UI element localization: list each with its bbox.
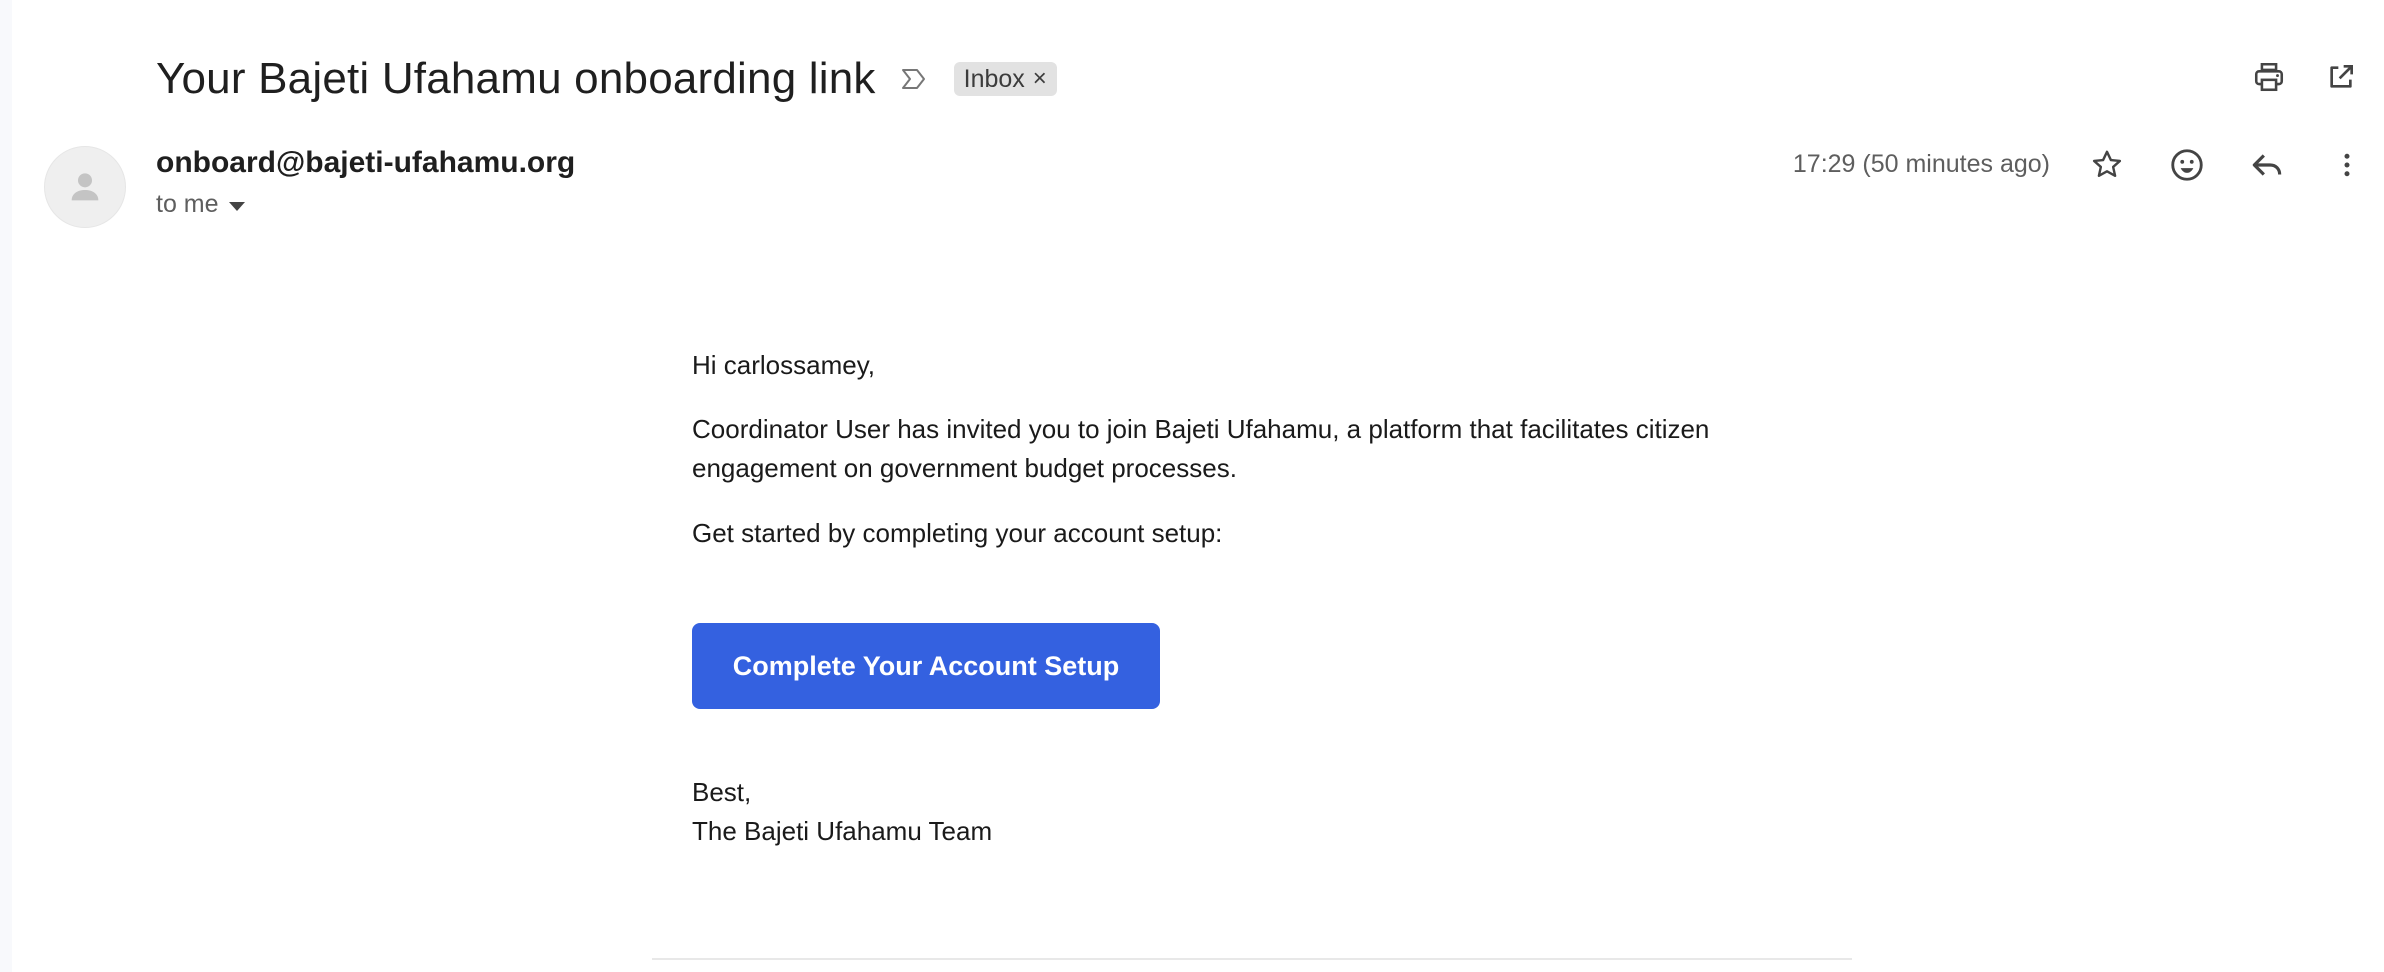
importance-marker-icon[interactable]: [898, 63, 930, 95]
sender-avatar[interactable]: [44, 146, 126, 228]
subject-row: Your Bajeti Ufahamu onboarding link Inbo…: [156, 48, 1057, 110]
star-icon[interactable]: [2084, 142, 2130, 188]
left-rail: [0, 0, 12, 972]
email-view: Your Bajeti Ufahamu onboarding link Inbo…: [0, 0, 2384, 972]
setup-instruction: Get started by completing your account s…: [692, 518, 1223, 548]
inbox-label-chip[interactable]: Inbox ×: [953, 62, 1057, 96]
print-icon[interactable]: [2246, 54, 2292, 100]
signoff-line: Best,: [692, 777, 752, 807]
email-body: Hi carlossamey, Coordinator User has inv…: [692, 346, 1792, 851]
emoji-reaction-icon[interactable]: [2164, 142, 2210, 188]
reply-icon[interactable]: [2244, 142, 2290, 188]
person-icon: [71, 173, 99, 201]
email-subject: Your Bajeti Ufahamu onboarding link: [156, 54, 876, 103]
signoff: Best, The Bajeti Ufahamu Team: [692, 773, 1792, 851]
message-actions: [2084, 142, 2370, 188]
more-vert-icon[interactable]: [2324, 142, 2370, 188]
divider: [652, 958, 1852, 960]
invitation-paragraph: Coordinator User has invited you to join…: [692, 414, 1710, 483]
label-chip-text: Inbox: [963, 64, 1025, 93]
complete-account-setup-button[interactable]: Complete Your Account Setup: [692, 623, 1160, 709]
thread-actions: [2246, 54, 2364, 100]
sender-address[interactable]: onboard@bajeti-ufahamu.org: [156, 146, 575, 180]
recipient-text: to me: [156, 190, 219, 218]
signature: The Bajeti Ufahamu Team: [692, 816, 993, 846]
email-timestamp: 17:29 (50 minutes ago): [1792, 150, 2050, 178]
remove-label-button[interactable]: ×: [1033, 65, 1047, 93]
chevron-down-icon[interactable]: [228, 201, 245, 211]
open-in-new-window-icon[interactable]: [2318, 54, 2364, 100]
recipient-row: to me: [156, 190, 245, 219]
greeting: Hi carlossamey,: [692, 350, 876, 380]
